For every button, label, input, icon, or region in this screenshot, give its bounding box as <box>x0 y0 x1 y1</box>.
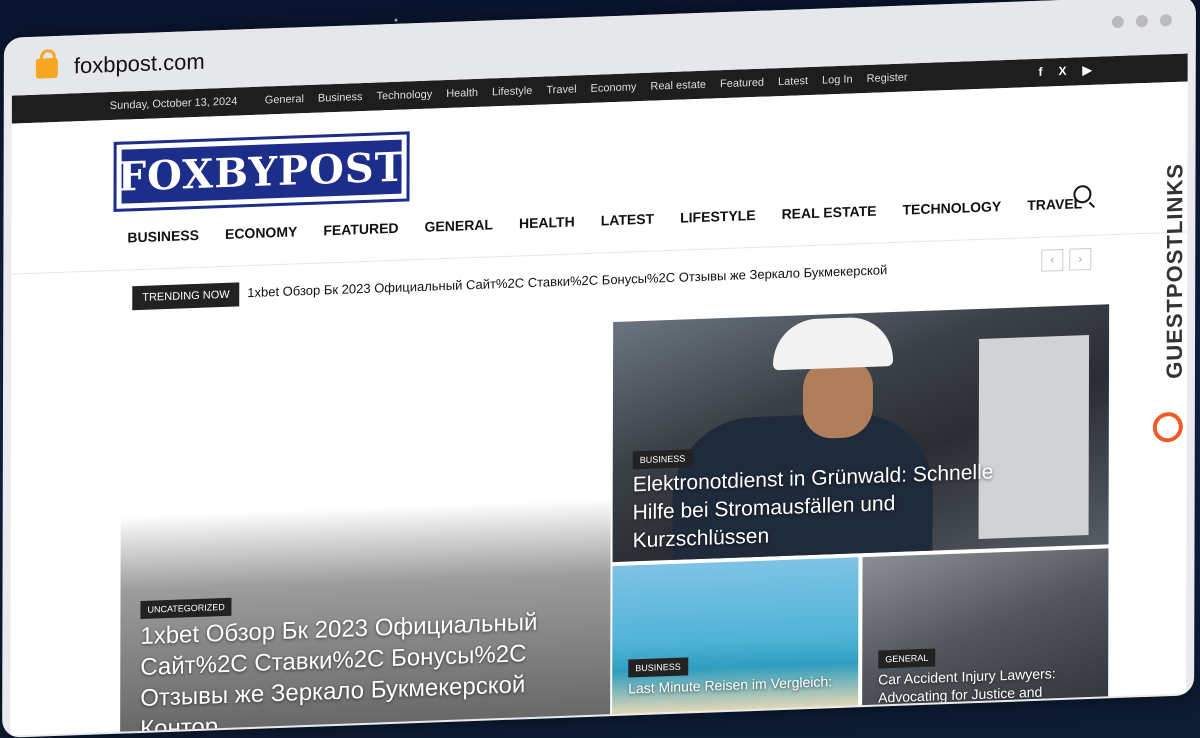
register-link[interactable]: Register <box>867 72 908 85</box>
window-dot-icon[interactable] <box>1111 15 1124 29</box>
window-dot-icon[interactable] <box>1135 14 1148 28</box>
topnav-link[interactable]: Health <box>446 87 478 100</box>
x-icon[interactable]: X <box>1059 64 1067 78</box>
category-badge[interactable]: UNCATEGORIZED <box>140 597 232 619</box>
url-text[interactable]: foxbpost.com <box>74 49 205 80</box>
category-badge[interactable]: GENERAL <box>878 648 936 669</box>
nav-item-health[interactable]: HEALTH <box>519 213 575 231</box>
category-badge[interactable]: BUSINESS <box>632 449 693 470</box>
topnav-link[interactable]: Technology <box>377 89 433 103</box>
featured-grid: UNCATEGORIZED 1xbet Обзор Бк 2023 Официа… <box>120 304 1111 736</box>
logo-text: FOXBYPOST <box>118 139 406 204</box>
chevron-right-icon[interactable]: › <box>1069 247 1092 271</box>
trending-label: TRENDING NOW <box>132 282 240 311</box>
date-text: Sunday, October 13, 2024 <box>109 95 238 113</box>
topnav-link[interactable]: Travel <box>546 83 576 96</box>
topnav-link[interactable]: Latest <box>778 75 808 88</box>
article-card[interactable]: GENERAL Car Accident Injury Lawyers: Adv… <box>862 548 1109 734</box>
topnav-link[interactable]: Economy <box>591 81 637 95</box>
social-links: f X ▶ <box>1039 63 1092 79</box>
topnav-link[interactable]: Business <box>318 91 363 105</box>
web-page: Sunday, October 13, 2024 General Busines… <box>10 53 1188 736</box>
window-controls <box>1111 14 1172 29</box>
browser-frame: foxbpost.com Sunday, October 13, 2024 Ge… <box>0 0 1200 738</box>
article-card[interactable]: BUSINESS Last Minute Reisen im Vergleich… <box>612 557 859 736</box>
watermark-text: GUESTPOSTLINKS <box>1162 162 1188 380</box>
category-badge[interactable]: BUSINESS <box>628 657 688 678</box>
browser-window: foxbpost.com Sunday, October 13, 2024 Ge… <box>2 0 1196 738</box>
article-card[interactable]: BUSINESS Elektronotdienst in Grünwald: S… <box>612 304 1110 563</box>
window-dot-icon[interactable] <box>1159 14 1172 27</box>
nav-item-technology[interactable]: TECHNOLOGY <box>902 198 1001 218</box>
article-title[interactable]: Car Accident Injury Lawyers: Advocating … <box>878 663 1098 707</box>
nav-item-business[interactable]: BUSINESS <box>127 227 199 246</box>
chevron-left-icon[interactable]: ‹ <box>1041 248 1064 272</box>
site-logo[interactable]: FOXBYPOST <box>113 131 410 212</box>
article-image <box>802 356 874 440</box>
nav-item-economy[interactable]: ECONOMY <box>225 223 297 242</box>
article-title[interactable]: Elektronotdienst in Grünwald: Schnelle H… <box>633 457 1033 555</box>
nav-item-general[interactable]: GENERAL <box>425 216 493 234</box>
article-image <box>773 316 894 371</box>
nav-item-featured[interactable]: FEATURED <box>323 220 398 239</box>
trending-headline[interactable]: 1xbet Обзор Бк 2023 Официальный Сайт%2C … <box>247 262 887 300</box>
topnav-link[interactable]: General <box>265 93 304 106</box>
topnav-link[interactable]: Featured <box>720 77 764 91</box>
nav-item-latest[interactable]: LATEST <box>601 211 654 229</box>
nav-item-real-estate[interactable]: REAL ESTATE <box>782 203 877 222</box>
facebook-icon[interactable]: f <box>1039 65 1043 79</box>
watermark: GUESTPOSTLINKS <box>1151 107 1188 443</box>
nav-item-lifestyle[interactable]: LIFESTYLE <box>680 207 755 226</box>
search-icon[interactable] <box>1073 184 1092 204</box>
topnav-link[interactable]: Lifestyle <box>492 85 532 98</box>
trending-arrows: ‹ › <box>1041 247 1092 272</box>
article-card-main[interactable]: UNCATEGORIZED 1xbet Обзор Бк 2023 Официа… <box>120 322 612 736</box>
login-link[interactable]: Log In <box>822 73 853 86</box>
link-icon <box>1152 411 1183 443</box>
youtube-icon[interactable]: ▶ <box>1083 63 1092 77</box>
topnav-link[interactable]: Real estate <box>650 79 706 93</box>
lock-icon <box>35 57 58 79</box>
article-title[interactable]: 1xbet Обзор Бк 2023 Официальный Сайт%2C … <box>140 606 560 736</box>
